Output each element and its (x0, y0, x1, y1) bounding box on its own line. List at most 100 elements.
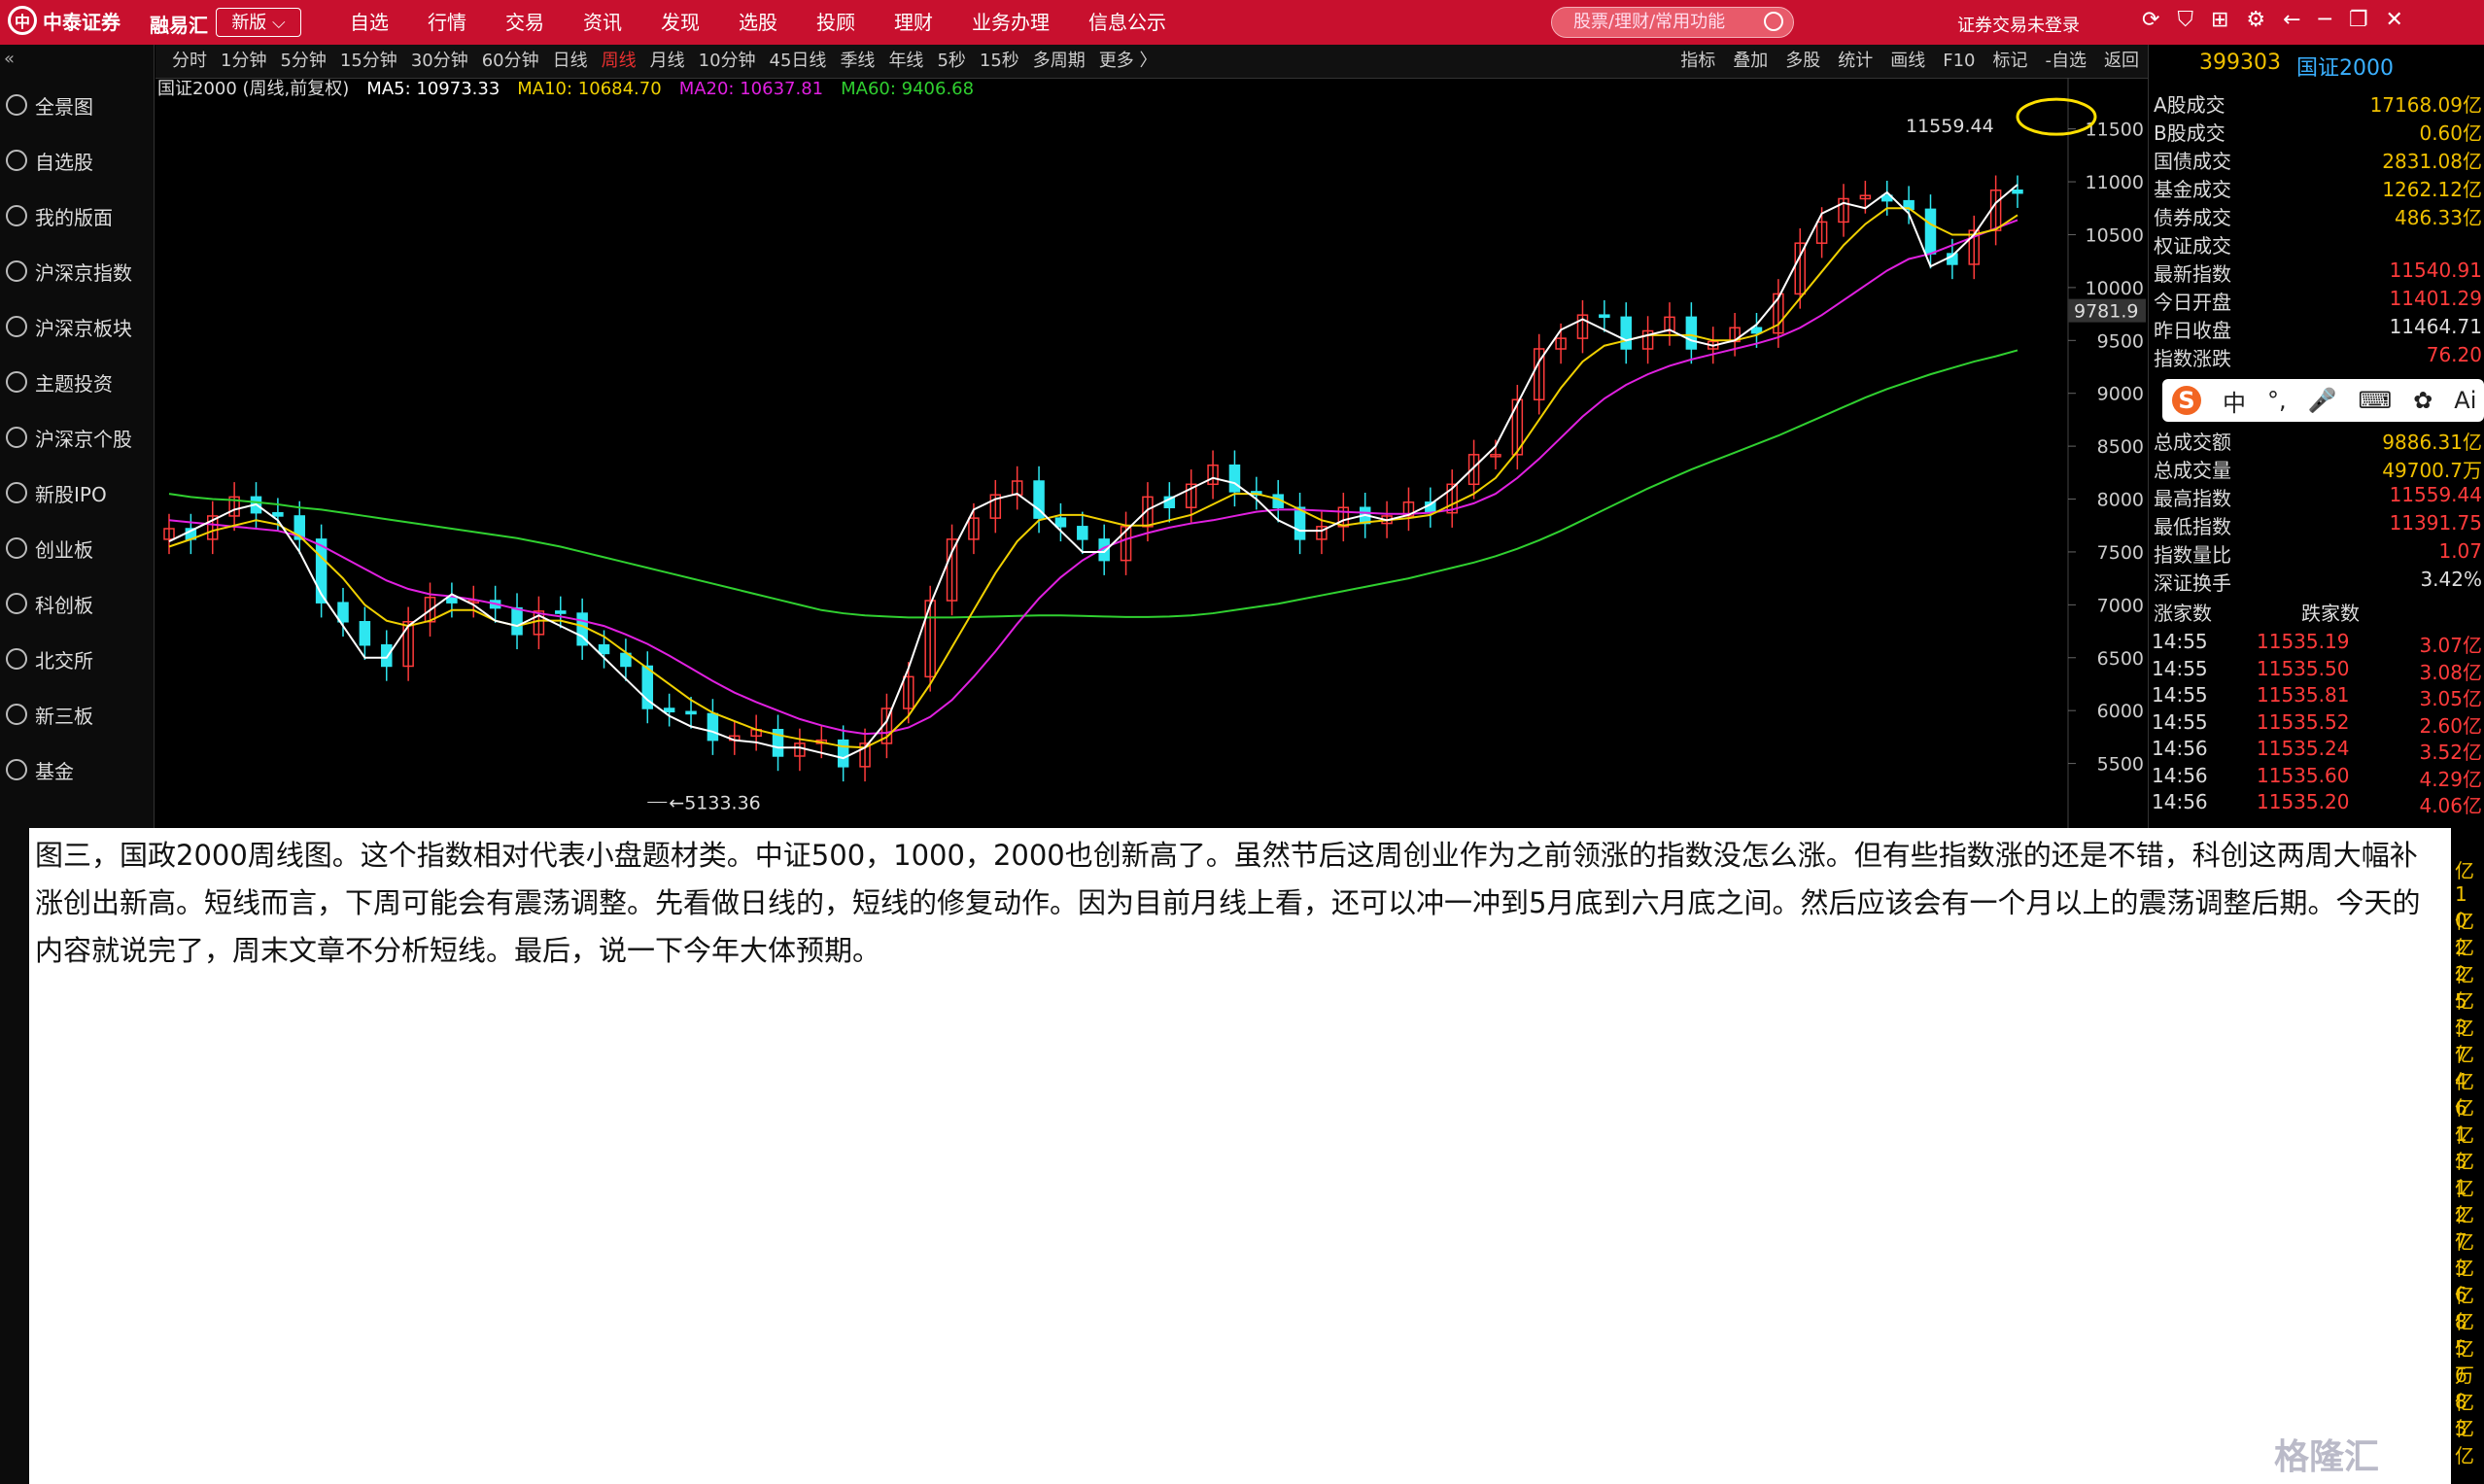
sidebar-item-label: 创业板 (35, 537, 93, 562)
menu-item-2[interactable]: 交易 (486, 0, 564, 45)
tool-6[interactable]: 标记 (1984, 45, 2037, 78)
tick-price: 11535.60 (2257, 763, 2350, 787)
settings-icon[interactable]: ⚙ (2246, 8, 2265, 32)
period-tab-6[interactable]: 日线 (546, 45, 595, 78)
sidebar-item-0[interactable]: 全景图 (0, 78, 154, 132)
sidebar-item-label: 沪深京板块 (35, 316, 132, 340)
ime-item-3[interactable]: 🎤 (2308, 387, 2337, 414)
tool-0[interactable]: 指标 (1672, 45, 1724, 78)
candle-body[interactable] (837, 739, 849, 768)
period-tab-9[interactable]: 10分钟 (692, 45, 763, 78)
sidebar-item-2[interactable]: 我的版面 (0, 189, 154, 243)
period-tab-16[interactable]: 更多 〉 (1092, 45, 1164, 78)
candle-body[interactable] (685, 710, 697, 715)
period-tab-3[interactable]: 15分钟 (333, 45, 404, 78)
period-tab-15[interactable]: 多周期 (1026, 45, 1092, 78)
grid-icon[interactable]: ⊞ (2211, 8, 2228, 32)
candle-body[interactable] (555, 610, 567, 614)
menu-item-5[interactable]: 选股 (719, 0, 797, 45)
candle-body[interactable] (707, 712, 719, 742)
quote-value: 11559.44 (2389, 483, 2482, 506)
tool-2[interactable]: 多股 (1777, 45, 1829, 78)
candle-body[interactable] (663, 707, 675, 713)
menu-item-7[interactable]: 理财 (875, 0, 952, 45)
back-icon[interactable]: ← (2283, 8, 2300, 32)
menu-item-3[interactable]: 资讯 (564, 0, 641, 45)
ime-item-6[interactable]: Ai (2454, 387, 2476, 414)
candle-body[interactable] (1228, 464, 1241, 493)
candle-body[interactable] (1077, 526, 1088, 540)
period-tab-14[interactable]: 15秒 (973, 45, 1026, 78)
candle-body[interactable] (446, 596, 458, 604)
tool-3[interactable]: 统计 (1829, 45, 1881, 78)
candle-body[interactable] (1924, 208, 1937, 255)
period-tab-4[interactable]: 30分钟 (404, 45, 475, 78)
sidebar-item-8[interactable]: 创业板 (0, 521, 154, 575)
candle-body[interactable] (1685, 316, 1698, 350)
menu-item-6[interactable]: 投顾 (797, 0, 875, 45)
menu-item-8[interactable]: 业务办理 (952, 0, 1069, 45)
period-tab-11[interactable]: 季线 (833, 45, 881, 78)
tool-5[interactable]: F10 (1934, 45, 1984, 78)
tool-8[interactable]: 返回 (2095, 45, 2148, 78)
restore-icon[interactable]: ❐ (2349, 8, 2368, 32)
candle-body[interactable] (2012, 190, 2023, 194)
quote-label: 最低指数 (2154, 515, 2231, 538)
period-tab-0[interactable]: 分时 (165, 45, 214, 78)
candle-body[interactable] (598, 643, 610, 655)
search-input[interactable]: 股票/理财/常用功能 (1551, 7, 1794, 38)
candle-body[interactable] (359, 621, 371, 646)
search-icon[interactable] (1764, 12, 1783, 31)
sidebar-item-10[interactable]: 北交所 (0, 632, 154, 686)
candle-body[interactable] (272, 511, 284, 517)
broker-logo[interactable]: 中中泰证券 (8, 6, 121, 35)
quote-value: 1262.12亿 (2382, 178, 2482, 201)
period-tab-7[interactable]: 周线 (595, 45, 643, 78)
candle-body[interactable] (511, 606, 523, 636)
ime-toolbar[interactable]: S 中 °, 🎤 ⌨ ✿ Ai (2162, 379, 2484, 422)
tool-7[interactable]: -自选 (2037, 45, 2096, 78)
sidebar-item-5[interactable]: 主题投资 (0, 355, 154, 409)
login-status[interactable]: 证券交易未登录 (1957, 12, 2080, 37)
sidebar-item-12[interactable]: 基金 (0, 742, 154, 797)
refresh-icon[interactable]: ⟳ (2142, 8, 2159, 32)
ime-item-1[interactable]: 中 (2223, 384, 2246, 418)
period-tab-5[interactable]: 60分钟 (475, 45, 546, 78)
period-tab-12[interactable]: 年线 (881, 45, 930, 78)
sidebar-item-11[interactable]: 新三板 (0, 687, 154, 742)
period-tab-2[interactable]: 5分钟 (273, 45, 332, 78)
ime-item-4[interactable]: ⌨ (2359, 387, 2393, 414)
close-icon[interactable]: ✕ (2386, 8, 2403, 32)
period-tab-1[interactable]: 1分钟 (214, 45, 273, 78)
tool-1[interactable]: 叠加 (1724, 45, 1777, 78)
menu-item-0[interactable]: 自选 (330, 0, 408, 45)
candle-body[interactable] (1599, 314, 1610, 319)
sidebar-item-9[interactable]: 科创板 (0, 576, 154, 631)
period-tab-8[interactable]: 月线 (643, 45, 692, 78)
collapse-icon[interactable]: « (4, 49, 15, 69)
minimize-icon[interactable]: ─ (2319, 8, 2331, 32)
sidebar-item-3[interactable]: 沪深京指数 (0, 244, 154, 298)
skin-icon[interactable]: ⛉ (2177, 8, 2193, 32)
sidebar-item-6[interactable]: 沪深京个股 (0, 410, 154, 465)
ime-item-0[interactable]: S (2172, 386, 2201, 415)
version-dropdown[interactable]: 新版 ⌵ (216, 8, 301, 37)
ime-item-2[interactable]: °, (2267, 387, 2287, 414)
period-tab-10[interactable]: 45日线 (763, 45, 834, 78)
menu-item-9[interactable]: 信息公示 (1069, 0, 1186, 45)
period-tab-13[interactable]: 5秒 (930, 45, 972, 78)
candle-body[interactable] (1750, 327, 1763, 334)
kline-chart[interactable]: 5500 6000 6500 7000 7500 8000 8500 9000 9500 1000… (154, 78, 2148, 828)
sidebar-item-1[interactable]: 自选股 (0, 133, 154, 188)
menu-item-1[interactable]: 行情 (408, 0, 486, 45)
candle-body[interactable] (1620, 316, 1632, 350)
menu-item-4[interactable]: 发现 (641, 0, 719, 45)
ime-item-5[interactable]: ✿ (2413, 387, 2432, 414)
candle-body[interactable] (337, 602, 349, 623)
candle-body[interactable] (1054, 517, 1067, 528)
candle-body[interactable] (381, 643, 393, 668)
app-name: 融易汇 (150, 14, 208, 37)
sidebar-item-7[interactable]: 新股IPO (0, 466, 154, 520)
sidebar-item-4[interactable]: 沪深京板块 (0, 299, 154, 354)
tool-4[interactable]: 画线 (1881, 45, 1934, 78)
